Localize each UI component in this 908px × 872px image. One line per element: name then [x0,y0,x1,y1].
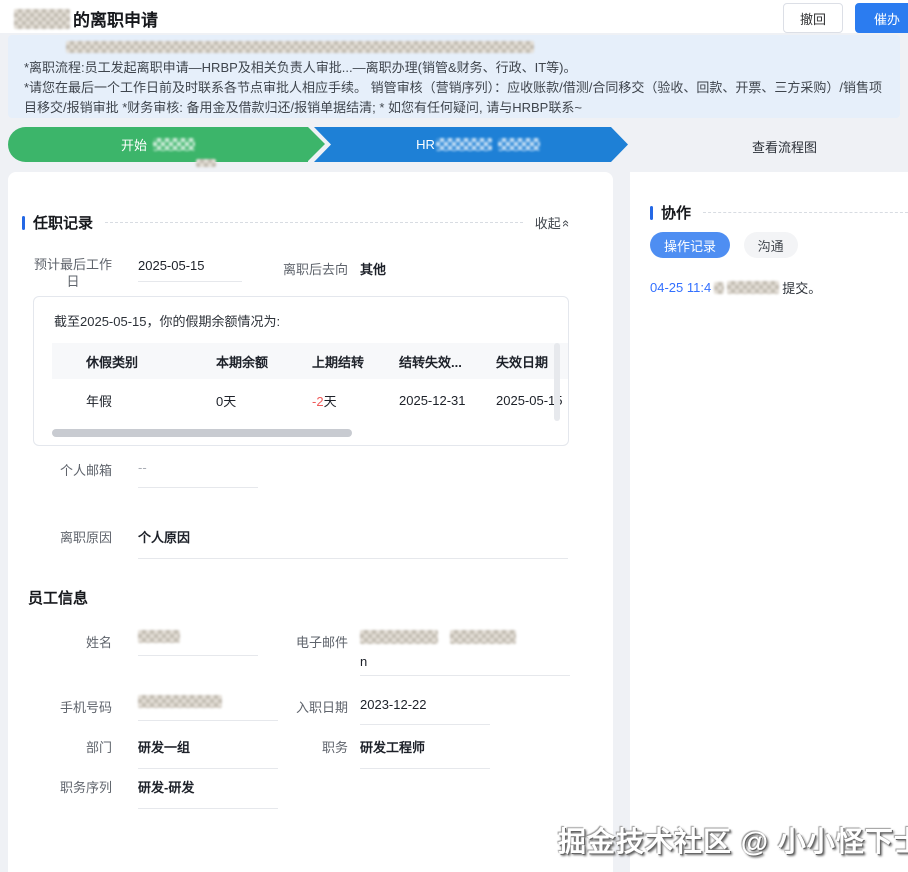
blurred-log-user [727,281,779,294]
reason-value: 个人原因 [138,527,568,559]
tab-communication[interactable]: 沟通 [744,232,798,258]
page-title: 的离职申请 [73,6,158,31]
table-row: 年假 0天 -2天 2025-12-31 2025-05-15 [52,379,569,421]
sidebar-accent-bar [650,206,653,220]
view-flowchart-link[interactable]: 查看流程图 [752,137,817,156]
phone-value [138,693,278,721]
table-right-shadow [554,343,560,421]
vacation-note: 截至2025-05-15，你的假期余额情况为: [54,311,280,330]
tab-operation-log[interactable]: 操作记录 [650,232,730,258]
whereabouts-label: 离职后去向 [270,259,348,278]
whereabouts-value: 其他 [360,259,386,278]
blurred-phone-value [138,695,222,708]
section-accent-bar [22,216,25,230]
collapse-link[interactable]: 收起« [535,213,570,232]
log-timestamp: 04-25 11:4 [650,280,711,295]
department-value: 研发一组 [138,737,278,769]
blurred-notice-line [66,41,534,53]
employee-section-title: 员工信息 [28,587,88,608]
last-day-label: 预计最后工作日 [34,256,112,290]
blurred-hr-step-name [436,138,492,151]
col-leave-type: 休假类别 [64,352,216,371]
notice-line-detail: *请您在最后一个工作日前及时联系各节点审批人相应手续。 销管审核（营销序列）：应… [24,78,884,118]
dashed-divider [105,222,523,223]
records-section-title: 任职记录 [33,212,93,233]
blurred-log-minute [714,282,724,294]
collaboration-sidebar: 协作 操作记录 沟通 04-25 11:4 提交。 [630,172,908,872]
workflow-step-start[interactable]: 开始 [8,127,308,162]
page-title-row: 的离职申请 [14,6,158,31]
department-label: 部门 [28,737,112,756]
vacation-table-header: 休假类别 本期余额 上期结转 结转失效... 失效日期 [52,343,569,379]
carry-negative-value: -2 [312,394,324,409]
reason-label: 离职原因 [28,527,112,546]
cell-expire-date: 2025-12-31 [399,393,496,408]
job-title-value: 研发工程师 [360,737,490,769]
cell-carry: -2天 [312,391,399,410]
hire-date-label: 入职日期 [266,697,348,716]
col-carry-over: 上期结转 [312,352,399,371]
col-current-balance: 本期余额 [216,352,312,371]
job-sequence-label: 职务序列 [28,777,112,796]
phone-label: 手机号码 [28,697,112,716]
step-hr-label: HR [416,137,435,152]
blurred-employee-name [14,9,70,29]
workflow-step-hr-approval[interactable]: HR [314,127,628,162]
blurred-fragment [196,159,216,167]
name-label: 姓名 [28,632,112,651]
chevron-up-icon: « [559,220,574,227]
blurred-email-part1 [360,630,438,644]
log-action: 提交。 [782,278,821,297]
blurred-name-value [138,630,180,643]
notice-banner: *离职流程:员工发起离职申请—HRBP及相关负责人审批...—离职办理(销管&财… [8,35,900,118]
email-value: n [360,628,570,676]
sidebar-header: 协作 [650,202,908,223]
resignation-detail-card: 任职记录 收起« 预计最后工作日 2025-05-15 离职后去向 其他 截至2… [8,172,613,872]
urge-button[interactable]: 催办 [855,3,908,33]
cell-leave-type: 年假 [64,391,216,410]
blurred-start-owner [153,138,195,151]
email-label: 电子邮件 [266,632,348,651]
page-header: 的离职申请 撤回 催办 [0,0,908,33]
sidebar-tabs: 操作记录 沟通 [650,232,798,258]
section-header-records: 任职记录 收起« [22,212,570,233]
blurred-email-part2 [450,630,516,644]
last-day-value: 2025-05-15 [138,258,242,282]
name-value [138,628,258,656]
step-start-label: 开始 [121,135,147,154]
notice-line-flow: *离职流程:员工发起离职申请—HRBP及相关负责人审批...—离职办理(销管&财… [24,58,884,78]
cell-balance: 0天 [216,391,312,410]
blurred-hr-approver [498,138,540,151]
sidebar-title: 协作 [661,202,691,223]
watermark: 掘金技术社区 @ 小小怪下士 [558,820,908,860]
job-sequence-value: 研发-研发 [138,777,278,809]
col-carry-expire: 结转失效... [399,352,496,371]
withdraw-button[interactable]: 撤回 [783,3,843,33]
job-title-label: 职务 [266,737,348,756]
operation-log-entry: 04-25 11:4 提交。 [650,278,821,297]
hire-date-value: 2023-12-22 [360,697,490,725]
horizontal-scrollbar[interactable] [52,429,352,437]
personal-email-label: 个人邮箱 [28,460,112,479]
email-tail: n [360,654,570,669]
sidebar-dashed-divider [703,212,908,213]
vacation-balance-box: 截至2025-05-15，你的假期余额情况为: 休假类别 本期余额 上期结转 结… [33,296,569,446]
personal-email-value: -- [138,460,258,488]
vacation-table: 休假类别 本期余额 上期结转 结转失效... 失效日期 年假 0天 -2天 20… [52,343,569,421]
